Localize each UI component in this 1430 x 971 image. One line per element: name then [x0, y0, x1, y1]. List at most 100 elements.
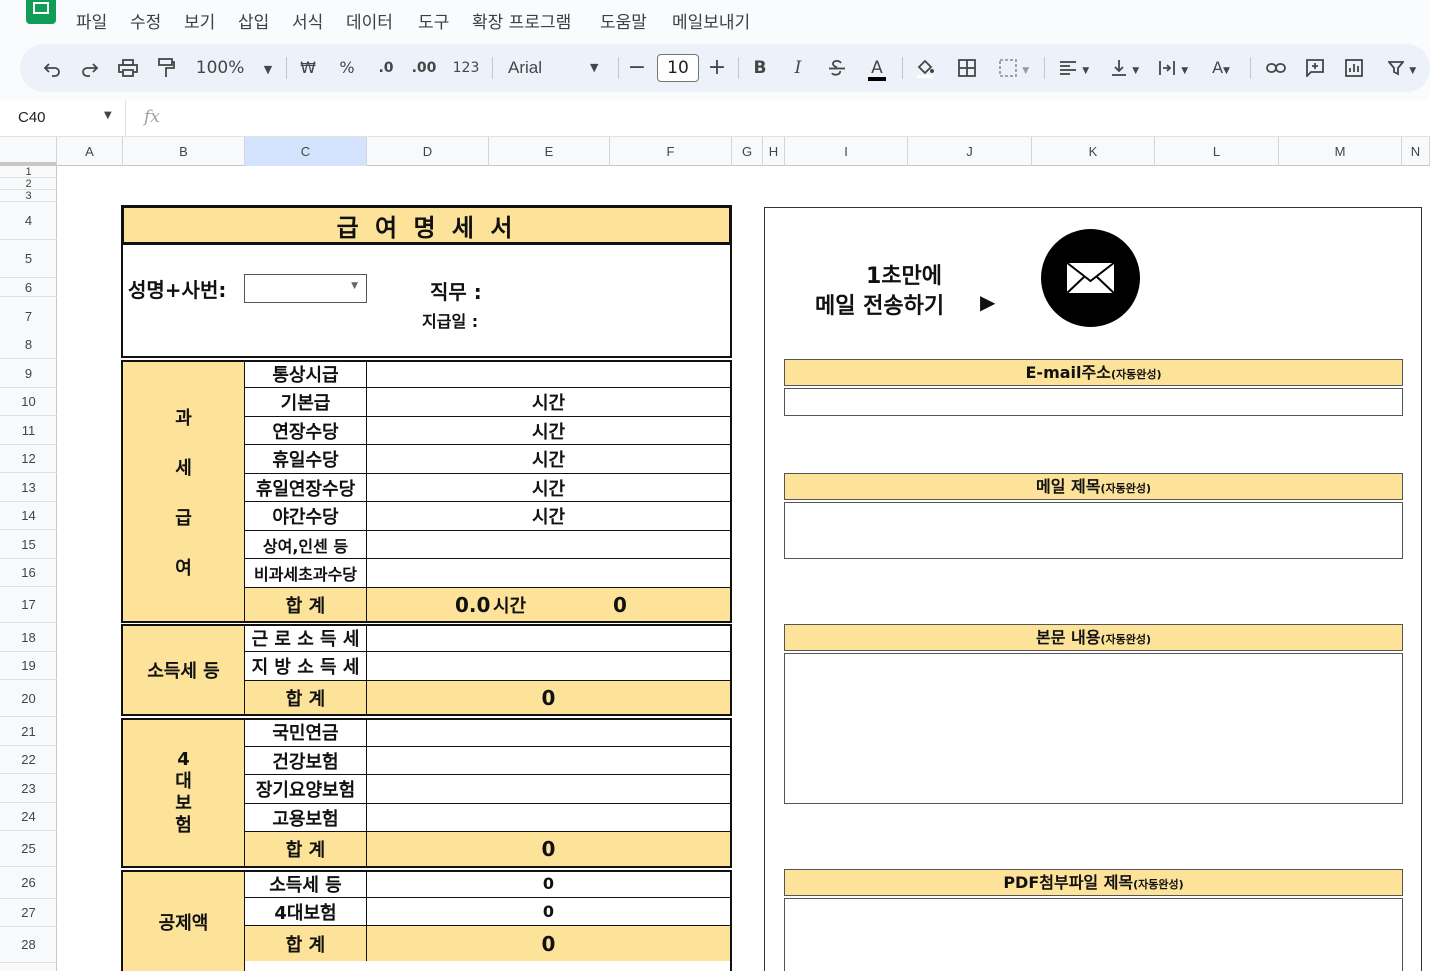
email-field[interactable] [784, 388, 1403, 416]
pdf-title-field[interactable] [784, 898, 1403, 971]
row-header[interactable]: 20 [0, 680, 57, 717]
italic-button[interactable]: I [784, 44, 812, 92]
merge-cells-icon[interactable]: ▼ [992, 44, 1036, 92]
row-header[interactable]: 8 [0, 331, 57, 359]
column-header[interactable]: G [732, 137, 763, 166]
row-header[interactable]: 4 [0, 202, 57, 240]
more-formats-button[interactable]: 123 [448, 44, 484, 92]
select-all-corner[interactable] [0, 137, 57, 166]
menu-send-mail[interactable]: 메일보내기 [672, 8, 750, 33]
currency-format-button[interactable]: ₩ [294, 44, 322, 92]
insert-link-icon[interactable] [1262, 44, 1290, 92]
menu-insert[interactable]: 삽입 [238, 8, 269, 33]
column-header[interactable]: A [57, 137, 123, 166]
undo-icon[interactable] [38, 44, 66, 92]
decrease-decimal-button[interactable]: .0 [370, 44, 402, 92]
value-cell[interactable] [367, 624, 730, 652]
row-header[interactable]: 21 [0, 717, 57, 746]
zoom-select[interactable]: 100% ▼ [192, 44, 276, 92]
column-header[interactable]: E [489, 137, 610, 166]
sheets-logo-icon[interactable] [26, 0, 56, 24]
font-size-input[interactable]: 10 [657, 54, 699, 82]
font-size-decrease-button[interactable]: − [624, 44, 650, 92]
row-header[interactable]: 18 [0, 623, 57, 652]
menu-tools[interactable]: 도구 [418, 8, 449, 33]
paint-format-icon[interactable] [152, 44, 180, 92]
column-header[interactable]: K [1032, 137, 1155, 166]
filter-icon[interactable]: ▼ [1380, 44, 1424, 92]
value-cell[interactable] [367, 804, 730, 832]
bold-button[interactable]: B [746, 44, 774, 92]
value-cell[interactable] [367, 559, 730, 588]
value-cell[interactable] [367, 718, 730, 747]
column-header[interactable]: B [123, 137, 245, 166]
fill-color-icon[interactable] [910, 44, 940, 92]
row-header[interactable]: 14 [0, 502, 57, 530]
row-header[interactable]: 9 [0, 359, 57, 388]
row-header[interactable]: 16 [0, 559, 57, 587]
vertical-align-icon[interactable]: ▼ [1104, 44, 1146, 92]
row-header[interactable]: 10 [0, 388, 57, 416]
column-header[interactable]: H [763, 137, 785, 166]
row-header[interactable]: 26 [0, 867, 57, 899]
column-header[interactable]: M [1279, 137, 1402, 166]
text-wrap-icon[interactable]: ▼ [1152, 44, 1194, 92]
borders-icon[interactable] [953, 44, 981, 92]
row-header[interactable]: 7 [0, 307, 57, 326]
row-header[interactable]: 28 [0, 927, 57, 963]
value-cell[interactable] [367, 531, 730, 559]
row-header[interactable]: 22 [0, 746, 57, 774]
text-rotation-icon[interactable]: A▼ [1200, 44, 1242, 92]
column-header[interactable]: N [1402, 137, 1430, 166]
formula-input[interactable] [180, 100, 1420, 136]
menu-edit[interactable]: 수정 [130, 8, 161, 33]
menu-help[interactable]: 도움말 [600, 8, 647, 33]
menu-format[interactable]: 서식 [292, 8, 323, 33]
insert-comment-icon[interactable] [1301, 44, 1329, 92]
send-mail-button[interactable] [1041, 229, 1140, 327]
menu-data[interactable]: 데이터 [346, 8, 393, 33]
column-header[interactable]: C [245, 137, 367, 166]
column-header[interactable]: F [610, 137, 732, 166]
menu-extensions[interactable]: 확장 프로그램 [472, 8, 571, 33]
row-header[interactable]: 24 [0, 803, 57, 831]
name-select[interactable]: ▼ [244, 274, 367, 303]
row-header[interactable]: 12 [0, 445, 57, 473]
body-field[interactable] [784, 653, 1403, 804]
row-header[interactable]: 3 [0, 190, 57, 202]
column-header[interactable]: D [367, 137, 489, 166]
value-cell[interactable] [367, 652, 730, 681]
value-cell[interactable] [367, 775, 730, 804]
row-header[interactable]: 19 [0, 652, 57, 680]
value-cell[interactable] [367, 360, 730, 388]
column-header[interactable]: L [1155, 137, 1279, 166]
horizontal-align-icon[interactable]: ▼ [1050, 44, 1098, 92]
menu-view[interactable]: 보기 [184, 8, 215, 33]
row-header[interactable]: 6 [0, 278, 57, 297]
percent-format-button[interactable]: % [333, 44, 361, 92]
row-header[interactable]: 27 [0, 899, 57, 927]
row-header[interactable]: 2 [0, 178, 57, 190]
row-header[interactable]: 11 [0, 416, 57, 445]
row-header[interactable]: 5 [0, 240, 57, 278]
row-header[interactable]: 23 [0, 774, 57, 803]
font-select[interactable]: Arial ▼ [500, 44, 610, 92]
redo-icon[interactable] [76, 44, 104, 92]
font-size-increase-button[interactable]: + [704, 44, 730, 92]
increase-decimal-button[interactable]: .00 [408, 44, 440, 92]
menu-file[interactable]: 파일 [76, 8, 107, 33]
row-header[interactable]: 13 [0, 473, 57, 502]
name-box[interactable]: C40 ▼ [0, 100, 126, 136]
row-header[interactable]: 1 [0, 166, 57, 178]
insert-chart-icon[interactable] [1340, 44, 1368, 92]
value-cell[interactable] [367, 747, 730, 775]
column-header[interactable]: J [908, 137, 1032, 166]
row-header[interactable]: 25 [0, 831, 57, 867]
print-icon[interactable] [114, 44, 142, 92]
row-header[interactable]: 17 [0, 587, 57, 623]
subject-field[interactable] [784, 502, 1403, 559]
text-color-button[interactable]: A [862, 44, 892, 92]
row-header[interactable]: 15 [0, 530, 57, 559]
strikethrough-button[interactable] [823, 44, 851, 92]
column-header[interactable]: I [785, 137, 908, 166]
